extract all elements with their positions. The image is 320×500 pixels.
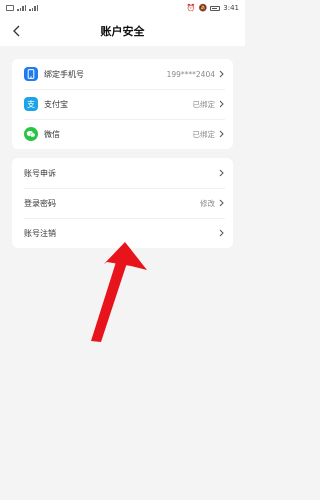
row-account-appeal[interactable]: 账号申诉 — [12, 158, 233, 188]
back-button[interactable] — [6, 16, 26, 46]
chevron-right-icon — [219, 130, 225, 138]
row-label: 微信 — [44, 129, 60, 139]
status-right: ⏰ 🔕 3:41 — [187, 4, 239, 12]
row-label: 支付宝 — [44, 99, 68, 109]
back-arrow-icon — [12, 25, 19, 37]
mute-icon: 🔕 — [198, 4, 208, 12]
row-value: 已绑定 — [192, 99, 216, 109]
alipay-icon: 支 — [24, 97, 38, 111]
bindings-card: 绑定手机号 199****2404 支 支付宝 已绑定 微信 已绑定 — [12, 59, 233, 149]
row-alipay[interactable]: 支 支付宝 已绑定 — [12, 89, 233, 119]
alarm-icon: ⏰ — [186, 4, 196, 12]
phone-icon — [24, 67, 38, 81]
battery-icon — [210, 5, 221, 11]
chevron-right-icon — [219, 70, 225, 78]
status-left — [6, 5, 38, 11]
row-label: 登录密码 — [24, 198, 56, 208]
arrow-shaft — [91, 262, 127, 342]
page-title: 账户安全 — [100, 25, 145, 38]
row-value: 已绑定 — [192, 129, 216, 139]
chevron-right-icon — [219, 169, 225, 177]
chevron-right-icon — [219, 100, 225, 108]
row-login-password[interactable]: 登录密码 修改 — [12, 188, 233, 218]
signal-icon-2 — [29, 5, 38, 11]
row-value: 修改 — [200, 198, 215, 208]
status-bar: ⏰ 🔕 3:41 — [0, 0, 245, 16]
row-label: 账号申诉 — [24, 168, 56, 178]
row-label: 账号注销 — [24, 228, 56, 238]
signal-icon — [17, 5, 26, 11]
account-card: 账号申诉 登录密码 修改 账号注销 — [12, 158, 233, 248]
header: 账户安全 — [0, 16, 245, 46]
row-bind-phone[interactable]: 绑定手机号 199****2404 — [12, 59, 233, 89]
sim-icon — [6, 5, 14, 11]
svg-text:支: 支 — [27, 99, 35, 109]
wechat-icon — [24, 127, 38, 141]
row-value: 199****2404 — [166, 69, 215, 79]
row-label: 绑定手机号 — [44, 69, 84, 79]
chevron-right-icon — [219, 229, 225, 237]
status-time: 3:41 — [223, 4, 239, 12]
row-wechat[interactable]: 微信 已绑定 — [12, 119, 233, 149]
row-account-cancel[interactable]: 账号注销 — [12, 218, 233, 248]
chevron-right-icon — [219, 199, 225, 207]
